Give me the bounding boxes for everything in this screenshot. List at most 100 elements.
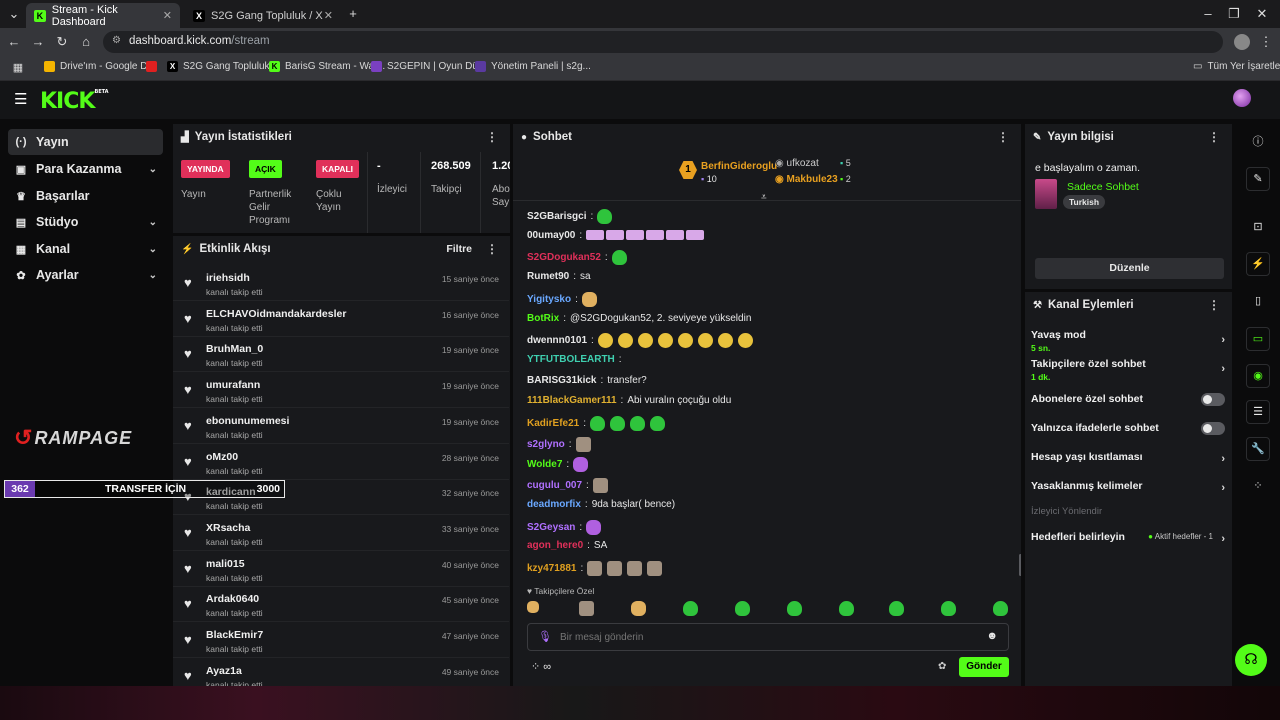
follower-name[interactable]: ELCHAVOidmandakardesler xyxy=(206,308,346,320)
emote-icon[interactable] xyxy=(647,560,663,576)
feed-menu-icon[interactable]: ⋮ xyxy=(486,242,498,256)
chat-username[interactable]: KadirEfe21 xyxy=(527,418,579,429)
emote-icon[interactable] xyxy=(631,601,646,616)
emote-icon[interactable] xyxy=(737,333,753,349)
emote-icon[interactable] xyxy=(683,601,698,616)
slow-mode-row[interactable]: Yavaş mod 5 sn. › xyxy=(1031,329,1225,353)
chat-settings-icon[interactable]: ✿ xyxy=(938,661,946,672)
emote-icon[interactable] xyxy=(637,333,653,349)
follower-name[interactable]: Ardak0640 xyxy=(206,593,259,605)
user-avatar[interactable] xyxy=(1233,89,1251,107)
emote-icon[interactable] xyxy=(575,436,591,452)
chat-input-box[interactable]: 🎙 ☻ xyxy=(527,623,1009,651)
expand-leaderboard-icon[interactable]: ⩡ xyxy=(761,192,767,203)
sidebar-item-ayarlar[interactable]: ✿ Ayarlar ⌄ xyxy=(8,262,163,288)
emote-icon[interactable] xyxy=(735,601,750,616)
emotes-only-toggle[interactable] xyxy=(1201,422,1225,435)
follower-name[interactable]: XRsacha xyxy=(206,522,250,534)
chat-username[interactable]: s2glyno xyxy=(527,439,565,450)
emote-icon[interactable] xyxy=(993,601,1008,616)
banned-words-row[interactable]: Yasaklanmış kelimeler › xyxy=(1031,480,1225,494)
emote-icon[interactable] xyxy=(666,230,685,241)
emote-icon[interactable] xyxy=(630,416,646,431)
close-tab-icon[interactable]: ✕ xyxy=(324,9,333,22)
chat-username[interactable]: Wolde7 xyxy=(527,459,562,470)
browser-menu-icon[interactable]: ⋮ xyxy=(1258,34,1274,50)
chat-icon[interactable]: ▭ xyxy=(1251,332,1265,346)
chat-username[interactable]: deadmorfix xyxy=(527,499,581,510)
emote-icon[interactable] xyxy=(657,333,673,349)
follower-name[interactable]: mali015 xyxy=(206,558,245,570)
set-goals-row[interactable]: Hedefleri belirleyin ● Aktif hedefler - … xyxy=(1031,531,1225,545)
chat-username[interactable]: YTFUTBOLEARTH xyxy=(527,354,615,365)
chat-username[interactable]: cugulu_007 xyxy=(527,480,582,491)
emote-icon[interactable] xyxy=(787,601,802,616)
gifter-3[interactable]: ◉ Makbule23 xyxy=(775,174,838,185)
apps-grid-icon[interactable]: ▦ xyxy=(10,60,26,76)
minimize-icon[interactable]: – xyxy=(1200,6,1216,22)
bookmark-youtube[interactable] xyxy=(146,61,162,72)
sidebar-item-para-kazanma[interactable]: ▣ Para Kazanma ⌄ xyxy=(8,156,163,182)
info-icon[interactable]: ⓘ xyxy=(1251,135,1265,149)
emote-icon[interactable] xyxy=(587,560,603,576)
emote-icon[interactable] xyxy=(610,416,626,431)
pencil-icon[interactable]: ✎ xyxy=(1251,172,1265,186)
chat-username[interactable]: 111BlackGamer111 xyxy=(527,395,617,406)
tab-x-topluluk[interactable]: X S2G Gang Topluluk / X ✕ xyxy=(185,3,341,28)
emote-icon[interactable] xyxy=(586,519,602,535)
emote-icon[interactable] xyxy=(650,416,666,431)
emote-icon[interactable] xyxy=(889,601,904,616)
all-bookmarks[interactable]: ▭ Tüm Yer İşaretleri xyxy=(1193,61,1280,72)
reload-icon[interactable]: ↻ xyxy=(54,34,70,50)
forward-icon[interactable]: → xyxy=(30,34,46,50)
chat-username[interactable]: S2GDogukan52 xyxy=(527,252,601,263)
subs-only-toggle[interactable] xyxy=(1201,393,1225,406)
emote-icon[interactable] xyxy=(717,333,733,349)
chat-scrollbar[interactable] xyxy=(1019,554,1021,576)
chat-username[interactable]: BotRix xyxy=(527,313,559,324)
emote-icon[interactable] xyxy=(686,230,705,241)
layers-icon[interactable]: ☰ xyxy=(1251,405,1265,419)
emote-icon[interactable] xyxy=(579,601,594,616)
tab-search-icon[interactable]: ⌄ xyxy=(6,6,22,22)
document-icon[interactable]: ▯ xyxy=(1251,294,1265,308)
follower-name[interactable]: oMz00 xyxy=(206,451,238,463)
category-name[interactable]: Sadece Sohbet xyxy=(1067,181,1139,193)
chat-menu-icon[interactable]: ⋮ xyxy=(997,130,1009,144)
emote-icon[interactable] xyxy=(581,291,597,307)
new-tab-icon[interactable]: + xyxy=(345,6,361,22)
chat-username[interactable]: S2GBarisgci xyxy=(527,211,586,222)
bookmark-yonetim[interactable]: Yönetim Paneli | s2g... xyxy=(475,61,591,72)
kick-logo[interactable]: KICKBETA xyxy=(40,89,109,114)
lightning-icon[interactable]: ⚡ xyxy=(1251,257,1265,271)
stats-menu-icon[interactable]: ⋮ xyxy=(486,130,498,144)
emote-icon[interactable] xyxy=(592,478,608,494)
sidebar-item-yayin[interactable]: (·) Yayın xyxy=(8,129,163,155)
bookmark-s2gepin[interactable]: S2GEPIN | Oyun Dü... xyxy=(371,61,486,72)
tab-kick-dashboard[interactable]: K Stream - Kick Dashboard ✕ xyxy=(26,3,180,28)
broadcast-icon[interactable]: ◉ xyxy=(1251,369,1265,383)
emote-icon[interactable] xyxy=(617,333,633,349)
bookmark-x[interactable]: X S2G Gang Topluluk... xyxy=(167,61,278,72)
chat-username[interactable]: S2Geysan xyxy=(527,522,575,533)
emote-icon[interactable] xyxy=(626,230,645,241)
chat-username[interactable]: BARISG31kick xyxy=(527,375,596,386)
emote-icon[interactable] xyxy=(606,230,625,241)
sidebar-item-basarilar[interactable]: ♛ Başarılar xyxy=(8,183,163,209)
emote-icon[interactable] xyxy=(839,601,854,616)
follower-name[interactable]: BruhMan_0 xyxy=(206,343,263,355)
community-icon[interactable]: ⁘ xyxy=(1251,479,1265,493)
address-bar[interactable]: ⚙ dashboard.kick.com/stream xyxy=(103,31,1223,53)
emote-icon[interactable] xyxy=(941,601,956,616)
followers-only-row[interactable]: Takipçilere özel sohbet 1 dk. › xyxy=(1031,358,1225,382)
follower-name[interactable]: BlackEmir7 xyxy=(206,629,263,641)
emote-icon[interactable] xyxy=(677,333,693,349)
profile-avatar[interactable] xyxy=(1234,34,1250,50)
top-gifter-name[interactable]: BerfinGideroglu xyxy=(701,161,777,172)
restore-icon[interactable]: ❐ xyxy=(1226,6,1242,22)
chat-message-input[interactable] xyxy=(560,629,960,645)
emoji-picker-icon[interactable]: ☻ xyxy=(986,630,998,642)
emote-icon[interactable] xyxy=(607,560,623,576)
sidebar-item-kanal[interactable]: ▦ Kanal ⌄ xyxy=(8,236,163,262)
emote-icon[interactable] xyxy=(611,250,627,266)
